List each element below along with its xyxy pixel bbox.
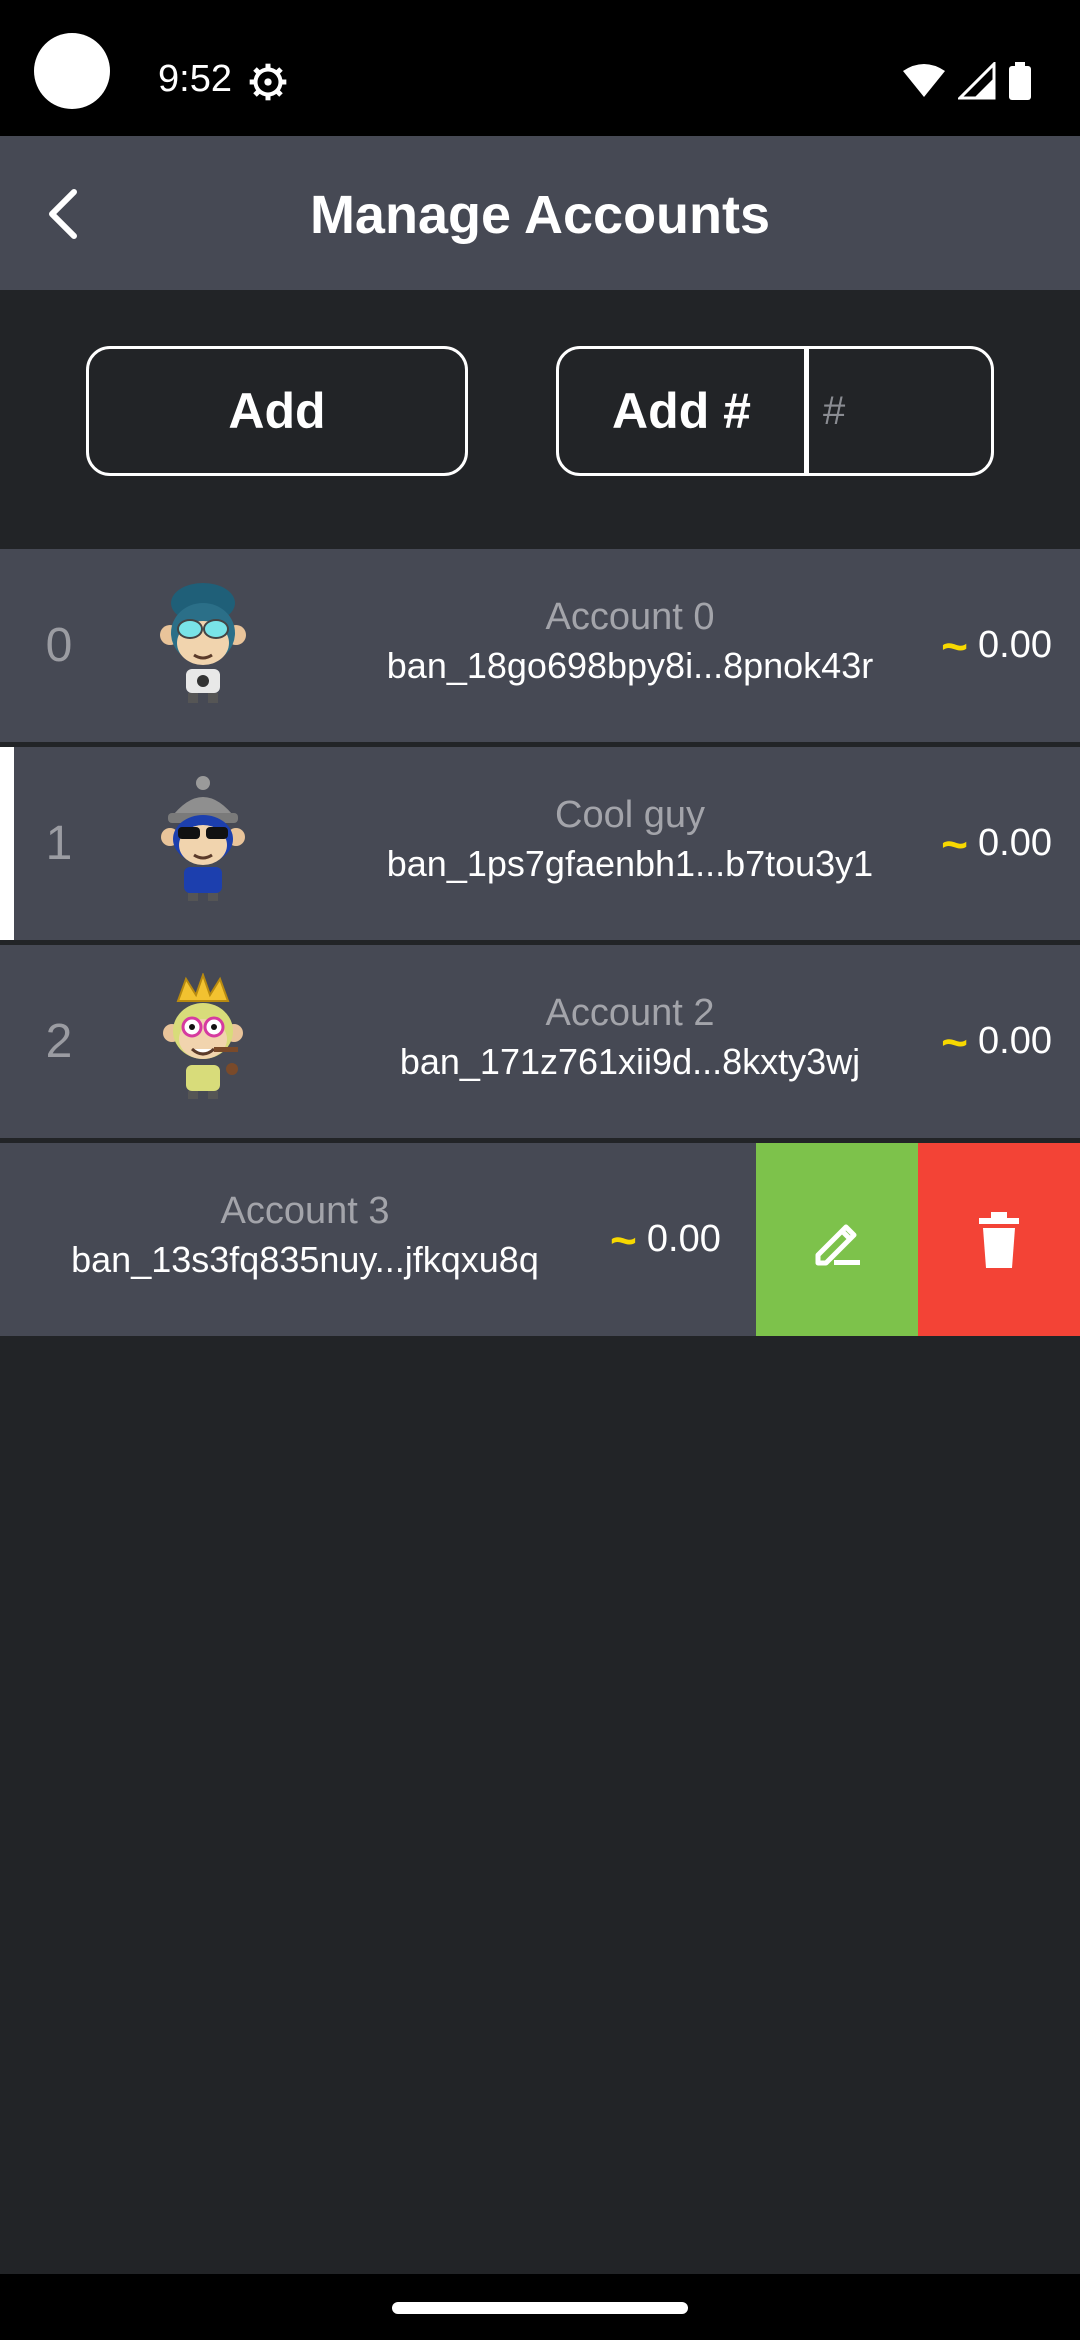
cell-signal-icon: [958, 62, 996, 100]
monkey-crown-avatar: [163, 973, 243, 1099]
account-name: Account 2: [545, 992, 715, 1034]
account-index: 1: [45, 817, 73, 870]
account-row-selected[interactable]: 1 Cool guy ban_1ps7gfaenbh1...b7tou3y1 ~…: [0, 747, 1080, 940]
account-row[interactable]: 0 Account 0 ban_18go698bpy8i...8pnok43r: [0, 549, 1080, 742]
account-details: Cool guy ban_1ps7gfaenbh1...b7tou3y1: [360, 791, 900, 889]
banano-currency-icon: ~: [941, 619, 969, 672]
account-index: 0: [45, 619, 73, 672]
account-balance: ~ 0.00: [941, 945, 1052, 1138]
account-row-swiped[interactable]: Account 3 ban_13s3fq835nuy...jfkqxu8q ~ …: [0, 1143, 1080, 1336]
camera-cutout: [34, 33, 110, 109]
account-balance: ~ 0.00: [610, 1143, 721, 1336]
status-time: 9:52: [158, 58, 232, 100]
monkey-beanie-avatar: [161, 776, 245, 901]
wifi-icon: [903, 64, 945, 97]
balance-value: 0.00: [978, 822, 1052, 864]
account-details: Account 0 ban_18go698bpy8i...8pnok43r: [360, 593, 900, 691]
home-gesture-handle[interactable]: [392, 2302, 688, 2314]
status-bar: 9:52: [0, 0, 1080, 136]
banano-currency-icon: ~: [941, 817, 969, 870]
account-address: ban_1ps7gfaenbh1...b7tou3y1: [386, 843, 874, 884]
account-name: Account 0: [545, 596, 715, 638]
account-index: 2: [45, 1015, 73, 1068]
account-balance: ~ 0.00: [941, 747, 1052, 940]
account-address: ban_13s3fq835nuy...jfkqxu8q: [71, 1239, 539, 1280]
edit-account-button[interactable]: [756, 1143, 918, 1336]
monkey-sunglasses-avatar: [160, 583, 246, 703]
accounts-content: Add Add # # 0 Account 0 ban_18go698bpy8i…: [0, 290, 1080, 2274]
account-details: Account 3 ban_13s3fq835nuy...jfkqxu8q: [0, 1187, 610, 1285]
trash-icon: [979, 1211, 1019, 1268]
edit-pencil-icon: [815, 1224, 860, 1265]
banano-currency-icon: ~: [941, 1015, 969, 1068]
account-address: ban_171z761xii9d...8kxty3wj: [399, 1041, 861, 1082]
app-bar: Manage Accounts: [0, 136, 1080, 290]
add-number-button[interactable]: Add #: [559, 382, 804, 440]
status-icons: [902, 62, 1032, 100]
account-actions: Add Add # #: [0, 290, 1080, 530]
account-number-input[interactable]: #: [809, 389, 991, 434]
balance-value: 0.00: [978, 1020, 1052, 1062]
delete-account-button[interactable]: [918, 1143, 1080, 1336]
account-name: Cool guy: [555, 794, 705, 836]
account-address: ban_18go698bpy8i...8pnok43r: [386, 645, 874, 686]
navigation-bar: [0, 2274, 1080, 2340]
add-number-group: Add # #: [556, 346, 994, 476]
add-account-button[interactable]: Add: [86, 346, 468, 476]
account-balance: ~ 0.00: [941, 549, 1052, 742]
balance-value: 0.00: [978, 624, 1052, 666]
balance-value: 0.00: [646, 1218, 721, 1260]
banano-currency-icon: ~: [610, 1213, 637, 1266]
account-name: Account 3: [220, 1190, 390, 1232]
page-title: Manage Accounts: [309, 185, 771, 245]
account-details: Account 2 ban_171z761xii9d...8kxty3wj: [360, 989, 900, 1087]
settings-gear-icon: [249, 63, 287, 101]
battery-icon: [1009, 62, 1031, 100]
account-row[interactable]: 2 Account 2 ban_171z761xii9d...8kxty3wj …: [0, 945, 1080, 1138]
phone-screen: 9:52 Manage Accounts Add Add # # 0 Accou…: [0, 0, 1080, 2340]
